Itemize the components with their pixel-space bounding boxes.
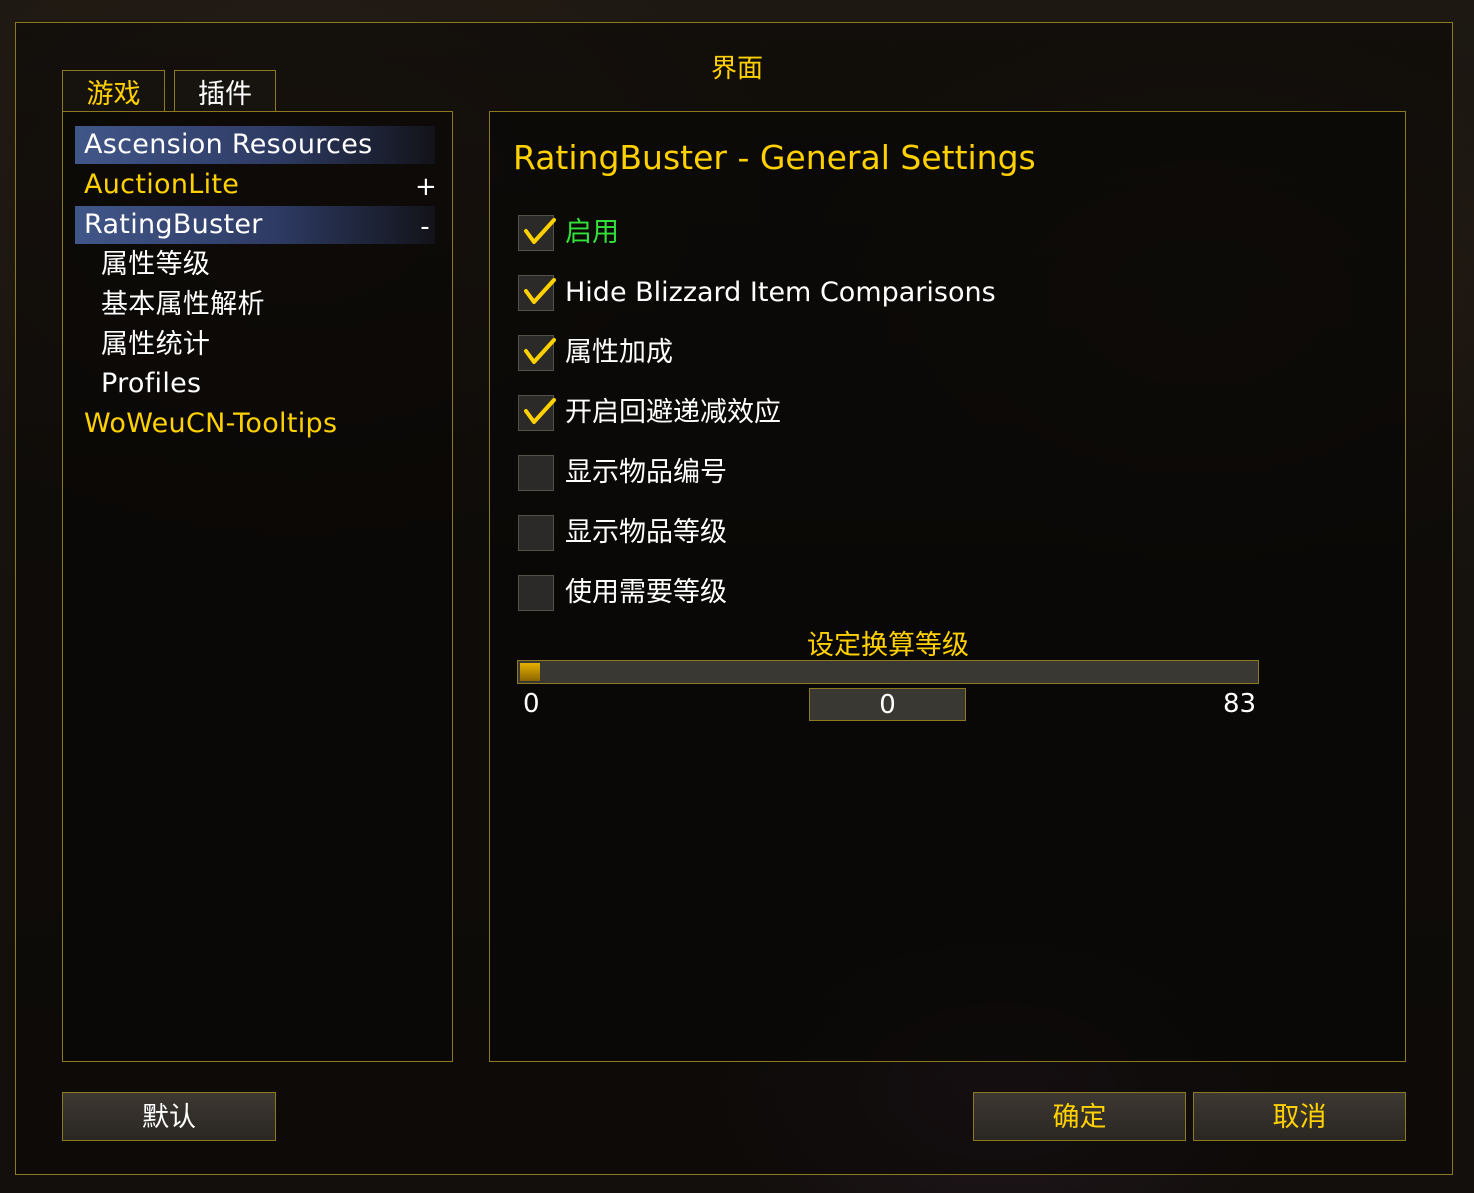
checkbox-avoidance-diminishing-returns[interactable] [518, 395, 556, 431]
slider-label: 设定换算等级 [807, 630, 969, 661]
checkbox-label-avoidance-diminishing-returns: 开启回避递减效应 [565, 397, 781, 428]
expand-toggle-auctionlite[interactable]: + [415, 167, 437, 207]
checkmark-icon [524, 218, 556, 244]
ok-button[interactable]: 确定 [973, 1092, 1186, 1141]
nav-subitem-rating-levels[interactable]: 属性等级 [101, 245, 210, 285]
nav-item-auctionlite[interactable]: AuctionLite [84, 165, 239, 205]
slider-max-label: 83 [1223, 689, 1257, 719]
slider-thumb[interactable] [520, 663, 540, 681]
nav-item-woweucn-tooltips[interactable]: WoWeuCN-Tooltips [84, 404, 337, 444]
checkbox-label-stat-bonus: 属性加成 [565, 337, 673, 368]
checkbox-show-item-level[interactable] [518, 515, 554, 551]
settings-title: RatingBuster - General Settings [513, 138, 1036, 177]
checkbox-row-show-item-id[interactable]: 显示物品编号 [518, 455, 1118, 493]
checkbox-row-hide-blizzard-comparisons[interactable]: Hide Blizzard Item Comparisons [518, 275, 1118, 313]
checkbox-hide-blizzard-comparisons[interactable] [518, 275, 556, 311]
checkbox-stat-bonus[interactable] [518, 335, 556, 371]
checkbox-label-show-item-level: 显示物品等级 [565, 517, 727, 548]
slider-value-input[interactable]: 0 [809, 688, 966, 721]
nav-subitem-stat-summary[interactable]: 属性统计 [101, 325, 210, 365]
nav-item-ratingbuster[interactable]: RatingBuster [84, 205, 263, 245]
checkbox-row-use-required-level[interactable]: 使用需要等级 [518, 575, 1118, 613]
addon-category-list: Ascension Resources AuctionLite + Rating… [62, 111, 453, 1062]
checkbox-label-use-required-level: 使用需要等级 [565, 577, 727, 608]
nav-item-ascension-resources[interactable]: Ascension Resources [84, 125, 372, 165]
collapse-toggle-ratingbuster[interactable]: - [415, 207, 435, 247]
checkmark-icon [524, 398, 556, 424]
checkmark-icon [524, 278, 556, 304]
checkbox-label-hide-blizzard-comparisons: Hide Blizzard Item Comparisons [565, 277, 996, 308]
nav-subitem-profiles[interactable]: Profiles [101, 364, 201, 404]
default-button[interactable]: 默认 [62, 1092, 276, 1141]
tab-game[interactable]: 游戏 [62, 70, 165, 112]
slider-min-label: 0 [523, 689, 540, 719]
tab-addons[interactable]: 插件 [174, 70, 276, 112]
checkbox-row-avoidance-diminishing-returns[interactable]: 开启回避递减效应 [518, 395, 1118, 433]
checkbox-row-enable[interactable]: 启用 [518, 215, 1118, 253]
nav-subitem-base-stat-breakdown[interactable]: 基本属性解析 [101, 285, 265, 325]
checkbox-row-stat-bonus[interactable]: 属性加成 [518, 335, 1118, 373]
checkmark-icon [524, 338, 556, 364]
checkbox-show-item-id[interactable] [518, 455, 554, 491]
checkbox-row-show-item-level[interactable]: 显示物品等级 [518, 515, 1118, 553]
checkbox-enable[interactable] [518, 215, 556, 251]
cancel-button[interactable]: 取消 [1193, 1092, 1406, 1141]
level-slider[interactable] [517, 660, 1259, 684]
checkbox-label-enable: 启用 [565, 217, 619, 248]
checkbox-use-required-level[interactable] [518, 575, 554, 611]
checkbox-label-show-item-id: 显示物品编号 [565, 457, 727, 488]
